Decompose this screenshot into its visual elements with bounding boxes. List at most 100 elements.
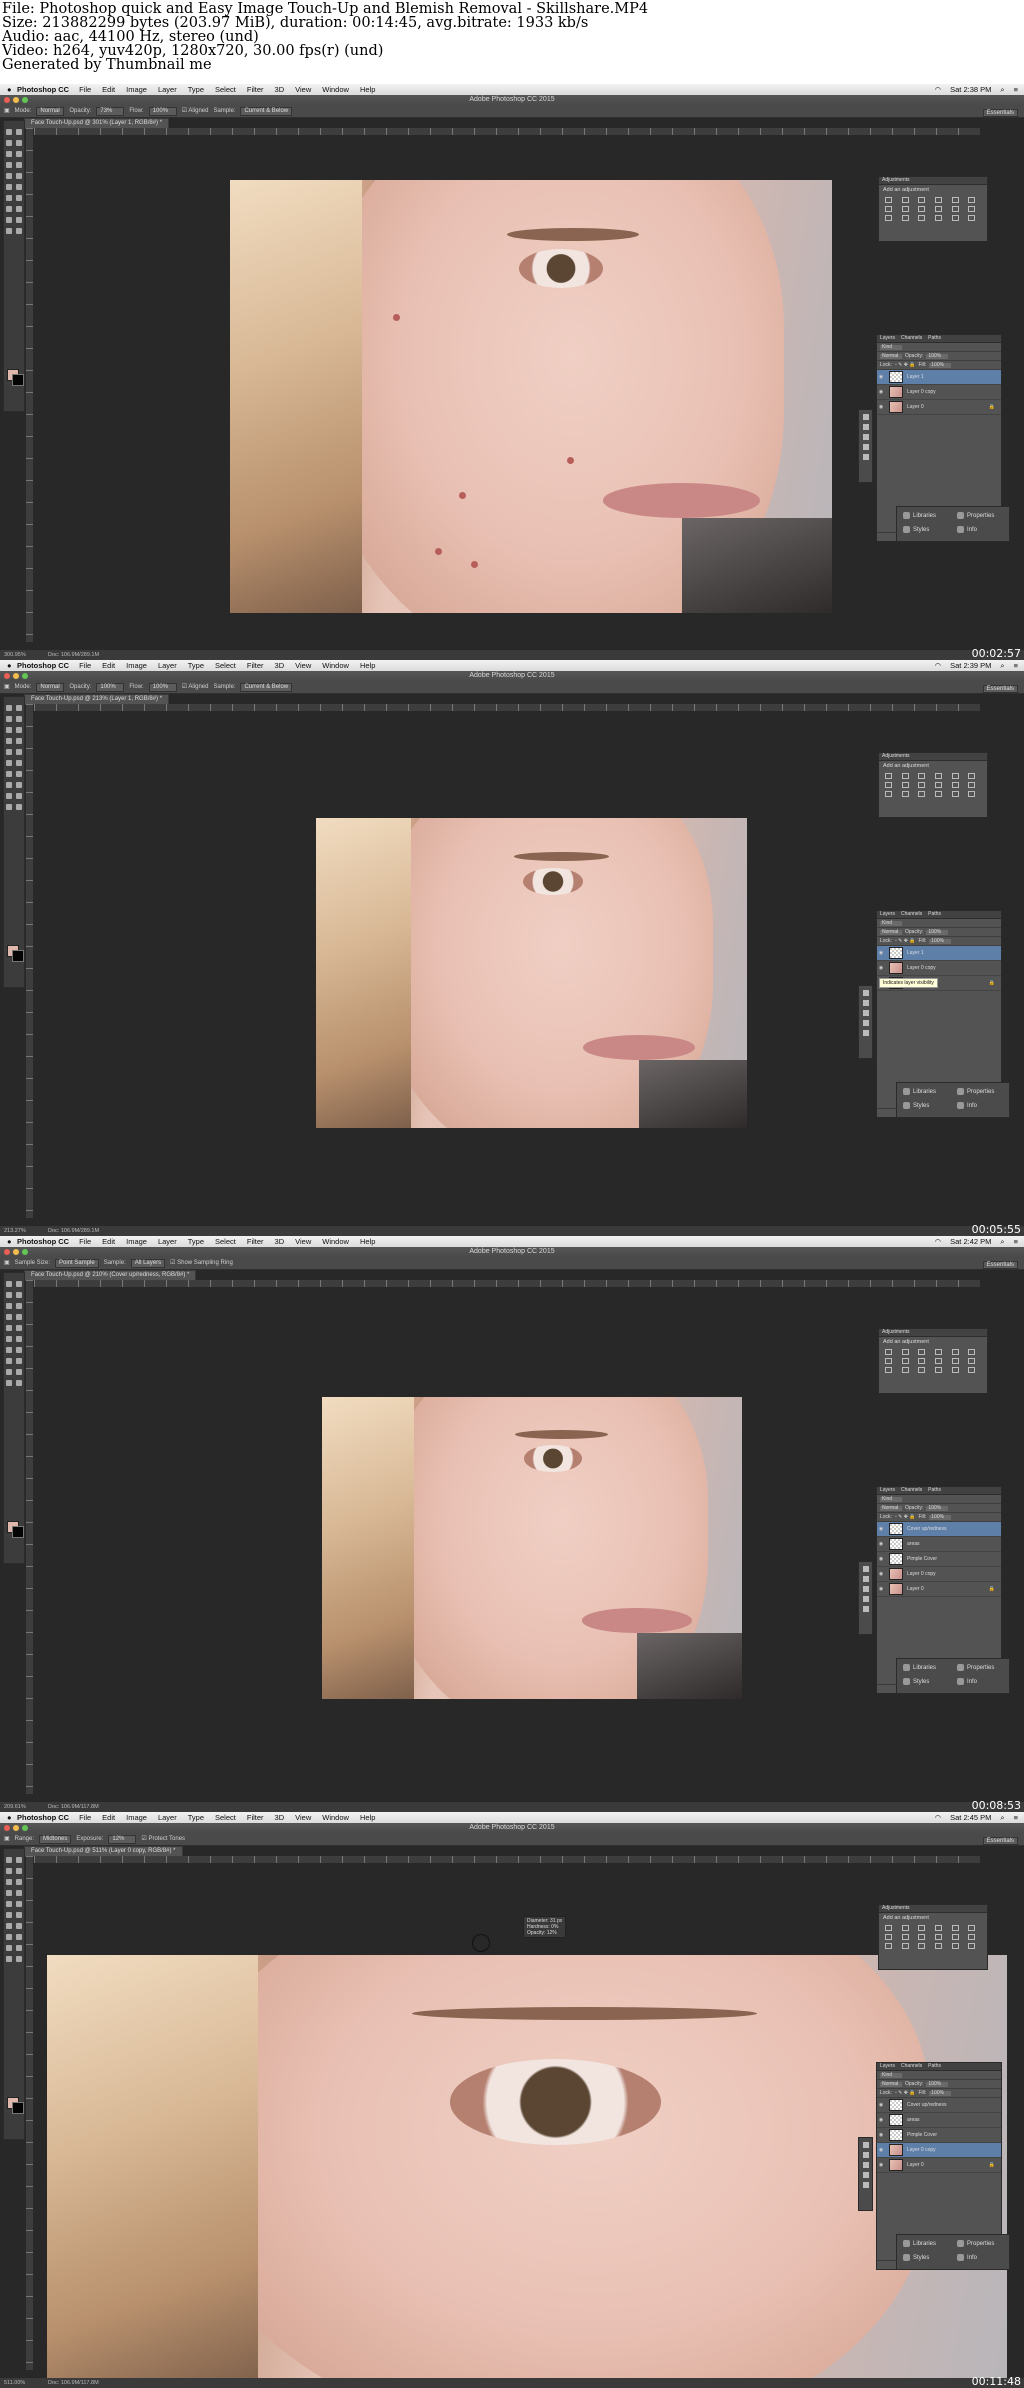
tab-layers[interactable]: Layers (880, 2063, 895, 2070)
layer-name[interactable]: Cover up/redness (907, 1526, 946, 1532)
visibility-eye-icon[interactable]: ◉ (877, 2117, 885, 2123)
tool-gradient-icon[interactable] (16, 184, 22, 190)
apple-icon[interactable]: ● (7, 1236, 17, 1247)
tool-clone-stamp-icon[interactable] (6, 1901, 12, 1907)
tool-crop-icon[interactable] (6, 1303, 12, 1309)
tool-zoom-icon[interactable] (16, 1956, 22, 1962)
tool-crop-icon[interactable] (6, 727, 12, 733)
menu-file[interactable]: File (79, 1812, 91, 1823)
tool-quick-select-icon[interactable] (16, 140, 22, 146)
visibility-eye-icon[interactable]: ◉ (877, 1556, 885, 1562)
adjustment-icon[interactable] (885, 215, 892, 221)
apple-icon[interactable]: ● (7, 84, 17, 95)
layer-row[interactable]: ◉ Layer 0 copy (877, 2143, 1001, 2158)
adjustment-icon[interactable] (968, 1925, 976, 1931)
tool-lasso-icon[interactable] (6, 716, 12, 722)
tab-paths[interactable]: Paths (928, 911, 941, 918)
kind-filter-dropdown[interactable]: Kind (880, 920, 902, 926)
tool-zoom-icon[interactable] (16, 228, 22, 234)
dock-panel-icon[interactable] (862, 1596, 869, 1602)
dock-panel-icon[interactable] (862, 2162, 869, 2168)
visibility-eye-icon[interactable]: ◉ (877, 965, 885, 971)
adjustment-icon[interactable] (885, 206, 892, 212)
adjustments-tab[interactable]: Adjustments (879, 1329, 987, 1337)
visibility-eye-icon[interactable]: ◉ (877, 1541, 885, 1547)
dock-panel-icon[interactable] (862, 1000, 869, 1006)
adjustment-icon[interactable] (901, 1367, 909, 1373)
adjustment-icon[interactable] (918, 1934, 926, 1940)
wifi-icon[interactable]: ◠ (935, 1236, 942, 1247)
app-name-menu[interactable]: Photoshop CC (17, 1236, 69, 1247)
adjustment-icon[interactable] (885, 1925, 892, 1931)
tool-preset-icon[interactable]: ▣ (4, 105, 10, 117)
adjustment-icon[interactable] (951, 1934, 959, 1940)
lock-icons[interactable]: ▫ ✎ ✥ 🔒 (895, 1514, 916, 1520)
tool-move-icon[interactable] (6, 705, 12, 711)
layer-name[interactable]: Layer 0 copy (907, 965, 936, 971)
panel-properties[interactable]: Properties (957, 512, 994, 519)
zoom-button[interactable] (22, 1249, 28, 1255)
adjustment-icon[interactable] (968, 1349, 976, 1355)
menu-window[interactable]: Window (322, 1812, 349, 1823)
layer-name[interactable]: areas (907, 2117, 920, 2123)
tool-shape-icon[interactable] (16, 1369, 22, 1375)
search-icon[interactable]: ⌕ (1000, 84, 1004, 95)
tool-dodge-icon[interactable] (16, 771, 22, 777)
menu-type[interactable]: Type (188, 84, 204, 95)
tool-path-select-icon[interactable] (6, 1945, 12, 1951)
menu-view[interactable]: View (295, 1236, 311, 1247)
tool-lasso-icon[interactable] (6, 1292, 12, 1298)
adjustment-icon[interactable] (951, 215, 959, 221)
adjustment-icon[interactable] (885, 1358, 892, 1364)
menu-edit[interactable]: Edit (102, 84, 115, 95)
tool-eraser-icon[interactable] (6, 184, 12, 190)
search-icon[interactable]: ⌕ (1000, 1812, 1004, 1823)
adjustment-icon[interactable] (951, 782, 959, 788)
adjustment-icon[interactable] (951, 1943, 959, 1949)
zoom-level[interactable]: 209.61% (4, 1802, 26, 1812)
menu-image[interactable]: Image (126, 84, 147, 95)
menu-3d[interactable]: 3D (275, 1812, 285, 1823)
search-icon[interactable]: ⌕ (1000, 660, 1004, 671)
flow-dropdown[interactable]: 100% (148, 682, 177, 692)
kind-filter-dropdown[interactable]: Kind (880, 2072, 902, 2078)
menu-list-icon[interactable]: ≡ (1014, 84, 1018, 95)
menu-help[interactable]: Help (360, 660, 375, 671)
adjustment-icon[interactable] (935, 1349, 942, 1355)
visibility-eye-icon[interactable]: ◉ (877, 950, 885, 956)
tool-path-select-icon[interactable] (6, 1369, 12, 1375)
dock-panel-icon[interactable] (862, 1020, 869, 1026)
sampling-ring-checkbox[interactable]: ☑ Show Sampling Ring (170, 1257, 233, 1269)
adjustment-icon[interactable] (951, 206, 959, 212)
sample-size-dropdown[interactable]: Point Sample (55, 1258, 99, 1268)
dock-panel-icon[interactable] (862, 2152, 869, 2158)
panel-properties[interactable]: Properties (957, 1088, 994, 1095)
tool-dodge-icon[interactable] (16, 1347, 22, 1353)
adjustment-icon[interactable] (918, 206, 926, 212)
tool-lasso-icon[interactable] (6, 140, 12, 146)
layer-name[interactable]: Pimple Cover (907, 2132, 937, 2138)
visibility-eye-icon[interactable]: ◉ (877, 2132, 885, 2138)
menu-edit[interactable]: Edit (102, 1236, 115, 1247)
layer-row[interactable]: ◉ Layer 0 🔒 (877, 2158, 1001, 2173)
tab-paths[interactable]: Paths (928, 2063, 941, 2070)
app-name-menu[interactable]: Photoshop CC (17, 660, 69, 671)
visibility-eye-icon[interactable]: ◉ (877, 374, 885, 380)
adjustment-icon[interactable] (885, 1934, 892, 1940)
dock-panel-icon[interactable] (862, 2182, 869, 2188)
menu-type[interactable]: Type (188, 1812, 204, 1823)
adjustment-icon[interactable] (968, 791, 976, 797)
menu-filter[interactable]: Filter (247, 84, 264, 95)
wifi-icon[interactable]: ◠ (935, 84, 942, 95)
menu-view[interactable]: View (295, 660, 311, 671)
tool-gradient-icon[interactable] (16, 1336, 22, 1342)
menu-image[interactable]: Image (126, 660, 147, 671)
tab-paths[interactable]: Paths (928, 1487, 941, 1494)
adjustment-icon[interactable] (935, 1358, 942, 1364)
tool-eyedropper-icon[interactable] (16, 1303, 22, 1309)
background-color-swatch[interactable] (12, 1526, 24, 1538)
background-color-swatch[interactable] (12, 950, 24, 962)
adjustment-icon[interactable] (918, 1943, 926, 1949)
adjustment-icon[interactable] (935, 215, 942, 221)
menu-view[interactable]: View (295, 1812, 311, 1823)
